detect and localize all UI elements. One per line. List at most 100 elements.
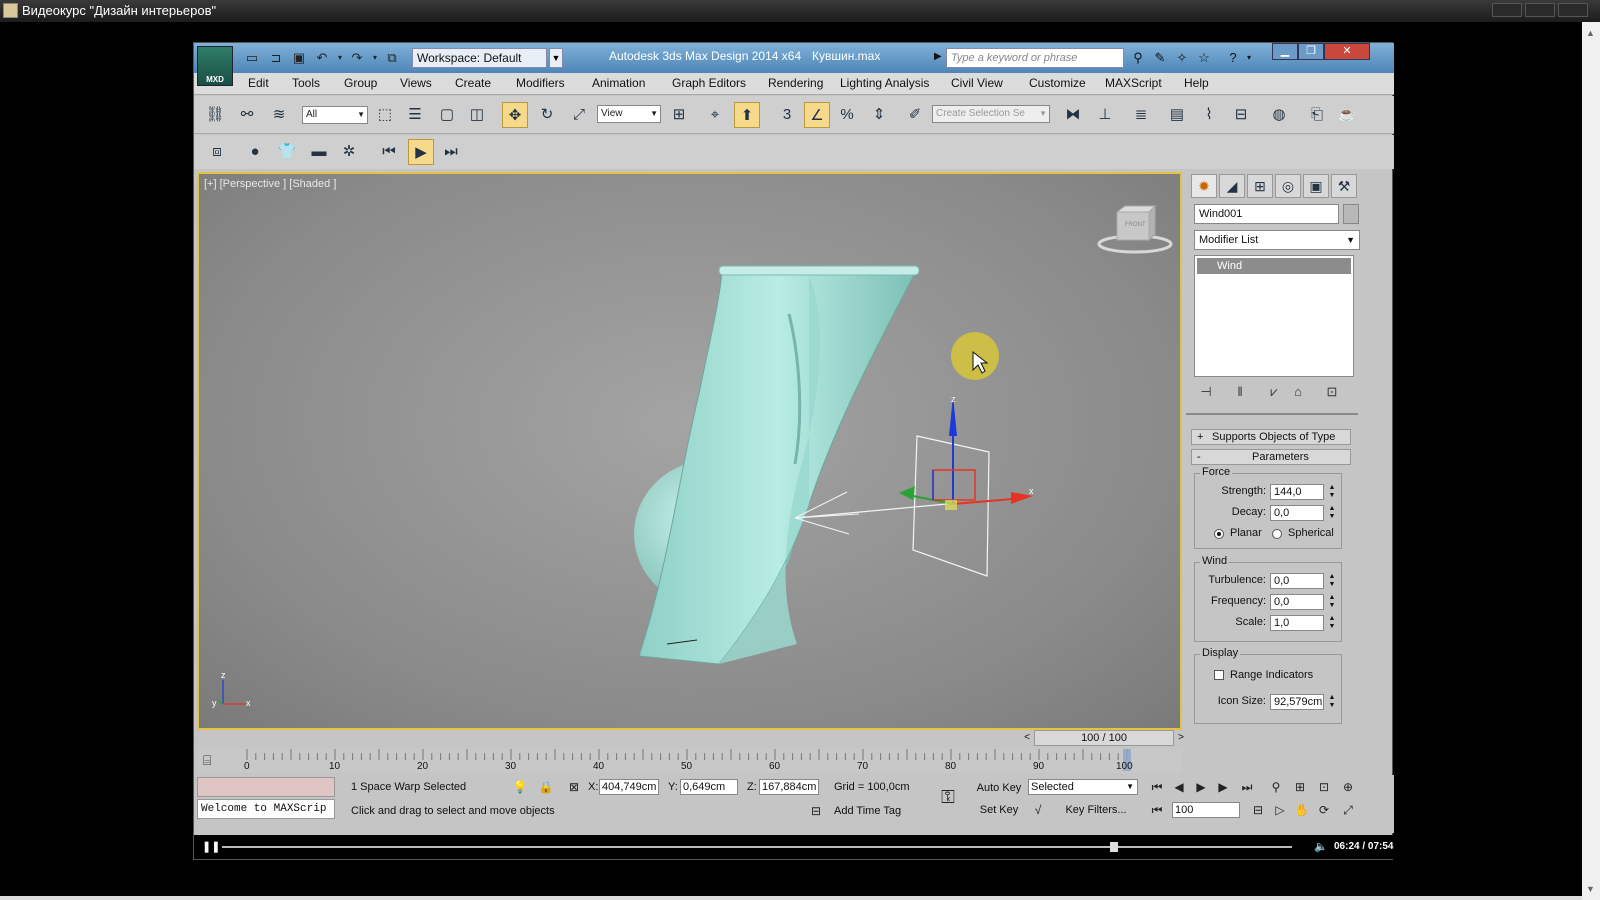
menu-maxscript[interactable]: MAXScript bbox=[1105, 76, 1162, 90]
pan-view-icon[interactable]: ✋ bbox=[1294, 802, 1310, 818]
remove-modifier-icon[interactable]: ⌂ bbox=[1288, 384, 1308, 402]
strength-field[interactable]: 144,0 bbox=[1270, 484, 1324, 500]
go-to-start-icon[interactable]: ⏮ bbox=[1149, 779, 1165, 795]
decay-spinner[interactable]: ▲ ▼ bbox=[1327, 505, 1337, 521]
key-mode-toggle-icon[interactable]: ⏮ bbox=[1149, 802, 1165, 818]
communication-icon[interactable]: ✧ bbox=[1173, 50, 1191, 66]
next-frame-icon[interactable]: ▶ bbox=[1215, 779, 1231, 795]
frequency-spinner[interactable]: ▲ ▼ bbox=[1327, 594, 1337, 610]
range-indicators-checkbox[interactable] bbox=[1214, 670, 1224, 680]
schematic-view-icon[interactable]: ⊟ bbox=[1228, 102, 1254, 128]
menu-edit[interactable]: Edit bbox=[248, 76, 269, 90]
window-crossing-icon[interactable]: ◫ bbox=[464, 102, 490, 128]
key-filters-button[interactable]: Key Filters... bbox=[1054, 801, 1138, 819]
add-time-tag-button[interactable]: Add Time Tag bbox=[834, 805, 901, 817]
pin-stack-icon[interactable]: ⊣ bbox=[1196, 384, 1216, 402]
perspective-viewport[interactable]: z x [+] [Perspective ] [Shaded ] FRONT z bbox=[197, 172, 1182, 730]
zoom-all-icon[interactable]: ⊞ bbox=[1292, 779, 1308, 795]
object-name-field[interactable]: Wind001 bbox=[1194, 204, 1339, 224]
close-icon[interactable] bbox=[1558, 3, 1588, 17]
massfx-play-icon[interactable]: ▶ bbox=[408, 139, 434, 165]
video-progress-knob[interactable] bbox=[1110, 842, 1119, 852]
align-icon[interactable]: ⊥ bbox=[1092, 102, 1118, 128]
orbit-icon[interactable]: ⟳ bbox=[1316, 802, 1332, 818]
select-and-scale-icon[interactable]: ⤢ bbox=[566, 102, 592, 128]
reference-coordinate-dropdown[interactable]: View ▼ bbox=[597, 105, 661, 123]
spinner-snap-icon[interactable]: ⇕ bbox=[866, 102, 892, 128]
utilities-tab-icon[interactable]: ⚒ bbox=[1331, 174, 1357, 198]
maximize-viewport-icon[interactable]: ⤢ bbox=[1340, 802, 1356, 818]
frequency-field[interactable]: 0,0 bbox=[1270, 594, 1324, 610]
strength-spinner[interactable]: ▲ ▼ bbox=[1327, 484, 1337, 500]
graphite-ribbon-icon[interactable]: ▤ bbox=[1164, 102, 1190, 128]
particle-icon[interactable]: ✲ bbox=[336, 139, 362, 165]
minimize-icon[interactable] bbox=[1492, 3, 1522, 17]
select-and-move-icon[interactable]: ✥ bbox=[502, 102, 528, 128]
app-close-icon[interactable]: ✕ bbox=[1324, 43, 1370, 60]
menu-views[interactable]: Views bbox=[400, 76, 432, 90]
rollout-parameters[interactable]: - Parameters bbox=[1191, 449, 1351, 465]
edit-named-selection-icon[interactable]: ✐ bbox=[902, 102, 928, 128]
menu-group[interactable]: Group bbox=[344, 76, 377, 90]
new-file-icon[interactable]: ▭ bbox=[244, 50, 260, 66]
bind-space-warp-icon[interactable]: ≋ bbox=[266, 102, 292, 128]
cloth-model[interactable] bbox=[638, 265, 920, 665]
decay-field[interactable]: 0,0 bbox=[1270, 505, 1324, 521]
default-in-out-tangents-icon[interactable]: √ bbox=[1030, 802, 1046, 818]
menu-lighting-analysis[interactable]: Lighting Analysis bbox=[840, 76, 929, 90]
menu-tools[interactable]: Tools bbox=[292, 76, 320, 90]
y-coordinate-field[interactable]: 0,649cm bbox=[680, 779, 738, 795]
page-scrollbar[interactable]: ▲ ▼ bbox=[1582, 22, 1600, 900]
time-tag-icon[interactable]: ⊟ bbox=[808, 803, 824, 819]
isolate-bulb-icon[interactable]: 💡 bbox=[512, 779, 528, 795]
hierarchy-tab-icon[interactable]: ⊞ bbox=[1247, 174, 1273, 198]
create-tab-icon[interactable]: ✹ bbox=[1191, 174, 1217, 198]
set-key-button[interactable]: Set Key bbox=[974, 801, 1024, 819]
volume-icon[interactable]: 🔈 bbox=[1314, 840, 1328, 853]
massfx-reset-icon[interactable]: ⏮ bbox=[376, 139, 402, 165]
render-production-icon[interactable]: ☕ bbox=[1334, 102, 1360, 128]
scroll-up-icon[interactable]: ▲ bbox=[1586, 28, 1595, 38]
render-setup-icon[interactable]: ⎗ bbox=[1304, 102, 1330, 128]
set-key-icon[interactable]: ⚿ bbox=[940, 788, 956, 806]
massfx-step-icon[interactable]: ⏭ bbox=[438, 139, 464, 165]
absolute-mode-icon[interactable]: ⊠ bbox=[566, 779, 582, 795]
play-animation-icon[interactable]: ▶ bbox=[1193, 779, 1209, 795]
rollout-supports-objects[interactable]: + Supports Objects of Type bbox=[1191, 429, 1351, 445]
scroll-down-icon[interactable]: ▼ bbox=[1586, 884, 1595, 894]
zoom-extents-all-icon[interactable]: ⊕ bbox=[1340, 779, 1356, 795]
go-to-end-icon[interactable]: ⏭ bbox=[1239, 779, 1255, 795]
modifier-stack[interactable]: Wind bbox=[1194, 255, 1354, 377]
app-menu-button[interactable]: MXD bbox=[197, 46, 233, 86]
favorites-star-icon[interactable]: ☆ bbox=[1195, 50, 1213, 66]
time-slider-next-icon[interactable]: > bbox=[1174, 730, 1188, 746]
viewport-label[interactable]: [+] [Perspective ] [Shaded ] bbox=[204, 178, 336, 190]
maxscript-mini-listener[interactable] bbox=[197, 777, 335, 797]
select-by-name-icon[interactable]: ☰ bbox=[402, 102, 428, 128]
turbulence-field[interactable]: 0,0 bbox=[1270, 573, 1324, 589]
select-and-rotate-icon[interactable]: ↻ bbox=[534, 102, 560, 128]
menu-graph-editors[interactable]: Graph Editors bbox=[672, 76, 746, 90]
z-coordinate-field[interactable]: 167,884cm bbox=[759, 779, 819, 795]
field-of-view-icon[interactable]: ▷ bbox=[1272, 802, 1288, 818]
modify-tab-icon[interactable]: ◢ bbox=[1219, 174, 1245, 198]
subscription-icon[interactable]: ✎ bbox=[1151, 50, 1169, 66]
object-color-swatch[interactable] bbox=[1343, 204, 1359, 224]
modifier-list-dropdown[interactable]: Modifier List ▼ bbox=[1194, 230, 1360, 250]
make-unique-icon[interactable]: ⩗ bbox=[1264, 384, 1284, 402]
menu-customize[interactable]: Customize bbox=[1029, 76, 1086, 90]
project-folder-icon[interactable]: ⧉ bbox=[384, 50, 400, 66]
scale-spinner[interactable]: ▲ ▼ bbox=[1327, 615, 1337, 631]
workspace-dropdown[interactable]: Workspace: Default bbox=[412, 48, 547, 68]
angle-snap-icon[interactable]: ∠ bbox=[804, 102, 830, 128]
open-file-icon[interactable]: ⊐ bbox=[268, 50, 284, 66]
show-end-result-icon[interactable]: ‖ bbox=[1230, 384, 1250, 402]
named-selection-dropdown[interactable]: Create Selection Se ▼ bbox=[932, 105, 1050, 123]
select-link-icon[interactable]: ⛓ bbox=[202, 102, 228, 128]
planar-radio[interactable] bbox=[1214, 529, 1224, 539]
percent-snap-icon[interactable]: % bbox=[834, 102, 860, 128]
menu-rendering[interactable]: Rendering bbox=[768, 76, 823, 90]
scale-field[interactable]: 1,0 bbox=[1270, 615, 1324, 631]
material-editor-icon[interactable]: ◍ bbox=[1266, 102, 1292, 128]
search-expand-icon[interactable]: ▶ bbox=[934, 51, 942, 62]
